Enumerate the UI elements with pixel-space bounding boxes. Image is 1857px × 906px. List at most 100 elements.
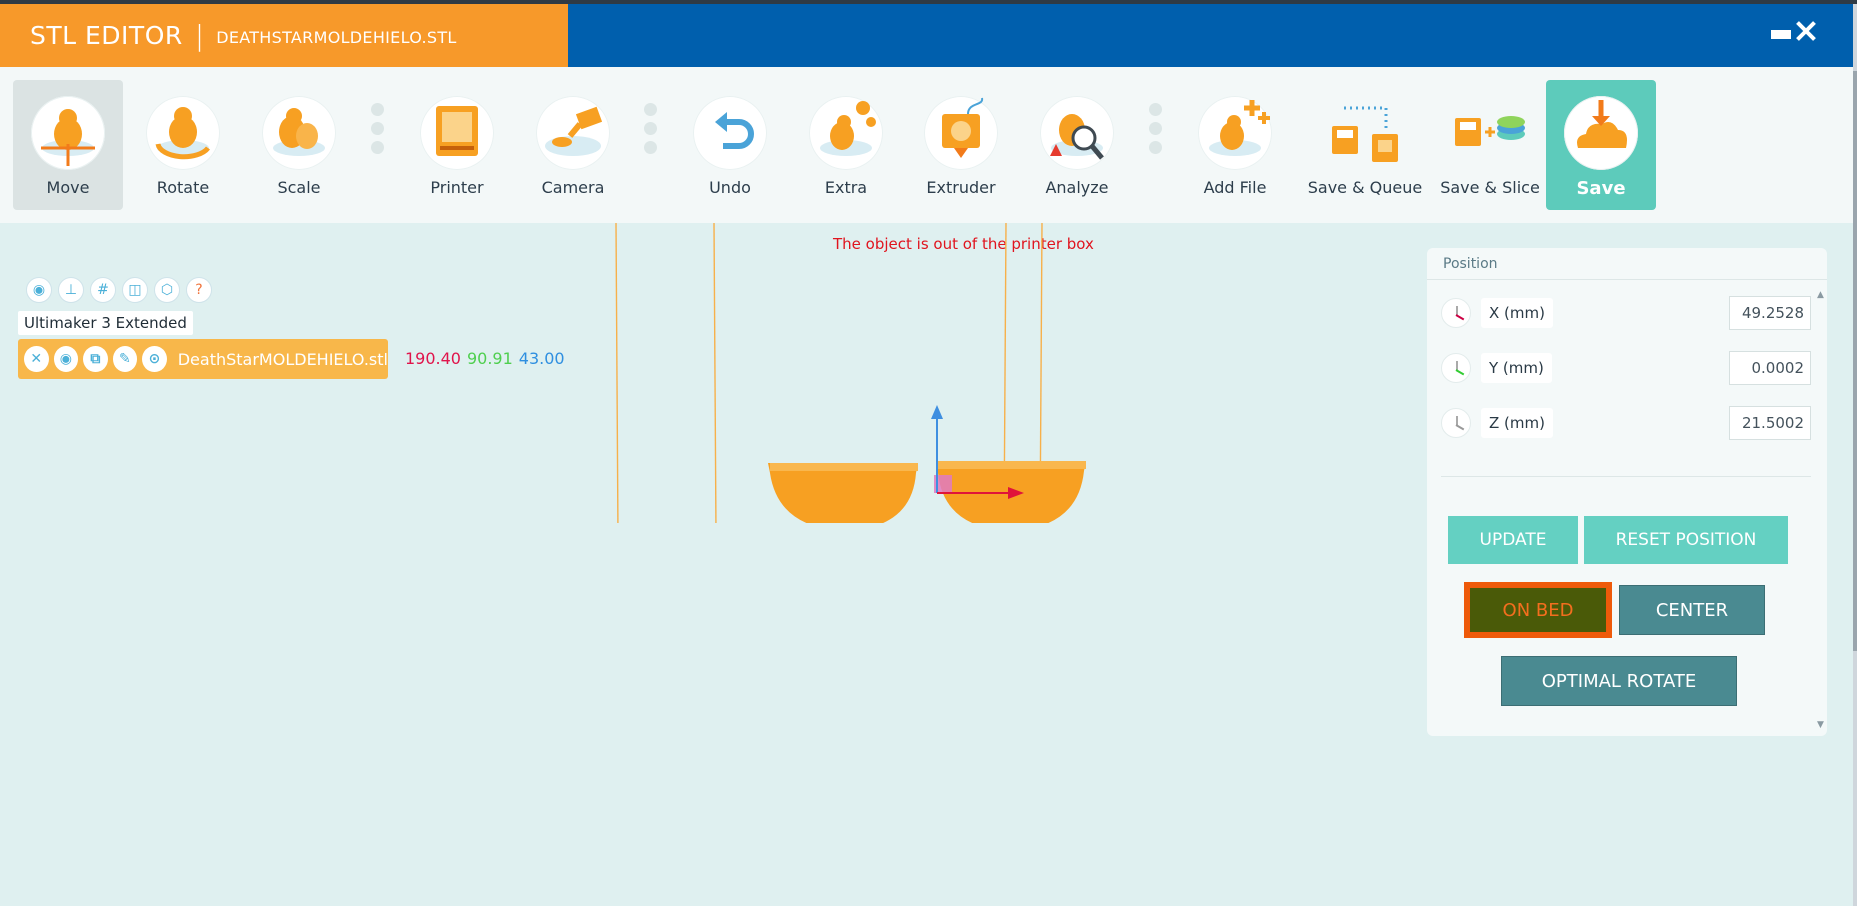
reset-position-button[interactable]: RESET POSITION — [1584, 516, 1788, 564]
x-axis-icon — [1441, 298, 1471, 328]
analyze-icon — [1040, 96, 1114, 170]
save-slice-icon — [1453, 96, 1527, 170]
on-bed-button[interactable]: ON BED — [1467, 585, 1609, 635]
view-tools: ◉ ⊥ # ◫ ⬡ ? — [26, 277, 212, 303]
window-controls — [1771, 20, 1817, 42]
scroll-down-icon[interactable]: ▼ — [1817, 720, 1824, 730]
3d-viewport[interactable]: The object is out of the printer box ◉ ⊥… — [0, 223, 1853, 906]
rotate-button[interactable]: Rotate — [128, 80, 238, 210]
position-panel-title: Position — [1427, 248, 1827, 280]
dim-z: 43.00 — [518, 349, 565, 368]
add-file-icon — [1198, 96, 1272, 170]
dim-x: 190.40 — [405, 349, 461, 368]
add-file-button[interactable]: Add File — [1180, 80, 1290, 210]
position-panel: Position X (mm) 49.2528 Y (mm) 0.0002 Z … — [1427, 248, 1827, 736]
app-title: STL EDITOR — [30, 21, 183, 50]
y-label: Y (mm) — [1481, 353, 1552, 383]
unlock-icon[interactable]: ⊙ — [142, 346, 167, 372]
save-button[interactable]: Save — [1546, 80, 1656, 210]
move-icon — [31, 96, 105, 170]
y-axis-icon — [1441, 353, 1471, 383]
printer-button[interactable]: Printer — [402, 80, 512, 210]
bowl-left-rim — [770, 463, 918, 471]
printer-icon — [420, 96, 494, 170]
rotate-icon — [146, 96, 220, 170]
cube-icon[interactable]: ⬡ — [154, 277, 180, 303]
extra-label: Extra — [824, 178, 868, 197]
save-queue-label: Save & Queue — [1307, 178, 1423, 197]
visibility-icon[interactable]: ◉ — [53, 346, 79, 372]
panel-scrollbar[interactable]: ▲ ▼ — [1817, 290, 1825, 730]
toolbar-separator — [371, 103, 385, 163]
scale-icon — [262, 96, 336, 170]
save-queue-icon — [1328, 96, 1402, 170]
y-input[interactable]: 0.0002 — [1729, 351, 1811, 385]
scrollbar-thumb[interactable] — [1853, 71, 1857, 651]
camera-icon — [536, 96, 610, 170]
x-row: X (mm) 49.2528 — [1441, 292, 1811, 334]
printer-name: Ultimaker 3 Extended — [18, 311, 193, 335]
printer-label: Printer — [430, 178, 484, 197]
camera-label: Camera — [541, 178, 605, 197]
z-axis-icon — [1441, 408, 1471, 438]
extra-icon — [809, 96, 883, 170]
box-edge — [615, 223, 619, 523]
save-cloud-icon — [1564, 96, 1638, 170]
extra-button[interactable]: Extra — [791, 80, 901, 210]
title-bar: STL EDITOR | DEATHSTARMOLDEHIELO.STL — [0, 4, 1853, 67]
move-label: Move — [46, 178, 90, 197]
minimize-icon[interactable] — [1771, 29, 1791, 39]
extruder-icon — [924, 96, 998, 170]
rotate-label: Rotate — [156, 178, 210, 197]
x-label: X (mm) — [1481, 298, 1553, 328]
z-row: Z (mm) 21.5002 — [1441, 402, 1811, 444]
analyze-label: Analyze — [1045, 178, 1109, 197]
gizmo-z-arrow — [931, 405, 943, 419]
scale-label: Scale — [277, 178, 321, 197]
save-slice-button[interactable]: Save & Slice — [1430, 80, 1550, 210]
close-icon[interactable] — [1795, 20, 1817, 42]
center-button[interactable]: CENTER — [1619, 585, 1765, 635]
file-name: DEATHSTARMOLDEHIELO.STL — [216, 28, 457, 47]
toolbar: Move Rotate Scale Printer Camera Undo Ex… — [0, 67, 1853, 223]
scroll-up-icon[interactable]: ▲ — [1817, 290, 1824, 300]
z-label: Z (mm) — [1481, 408, 1553, 438]
model-name: DeathStarMOLDEHIELO.stl — [177, 349, 388, 369]
update-button[interactable]: UPDATE — [1448, 516, 1578, 564]
extruder-label: Extruder — [926, 178, 996, 197]
scale-button[interactable]: Scale — [244, 80, 354, 210]
build-volume-scene[interactable] — [600, 223, 1100, 523]
add-file-label: Add File — [1203, 178, 1267, 197]
toolbar-separator — [644, 103, 658, 163]
box-edge — [713, 223, 717, 523]
y-row: Y (mm) 0.0002 — [1441, 347, 1811, 389]
duplicate-icon[interactable]: ⧉ — [83, 346, 108, 372]
undo-icon — [693, 96, 767, 170]
analyze-button[interactable]: Analyze — [1022, 80, 1132, 210]
camera-button[interactable]: Camera — [518, 80, 628, 210]
z-input[interactable]: 21.5002 — [1729, 406, 1811, 440]
toolbar-separator — [1149, 103, 1163, 163]
grid-icon[interactable]: # — [90, 277, 116, 303]
undo-button[interactable]: Undo — [675, 80, 785, 210]
model-dimensions: 190.40 90.91 43.00 — [405, 349, 565, 368]
edit-icon[interactable]: ✎ — [112, 346, 138, 372]
optimal-rotate-button[interactable]: OPTIMAL ROTATE — [1501, 656, 1737, 706]
x-input[interactable]: 49.2528 — [1729, 296, 1811, 330]
undo-label: Undo — [709, 178, 751, 197]
title-block: STL EDITOR | DEATHSTARMOLDEHIELO.STL — [0, 4, 568, 67]
panel-divider — [1441, 476, 1811, 477]
bowl-right-rim — [938, 461, 1086, 469]
ruler-icon[interactable]: ⊥ — [58, 277, 84, 303]
eye-icon[interactable]: ◉ — [26, 277, 52, 303]
title-separator: | — [194, 19, 205, 52]
remove-icon[interactable]: ✕ — [24, 346, 49, 372]
dim-y: 90.91 — [466, 349, 513, 368]
help-icon[interactable]: ? — [186, 277, 212, 303]
lock-icon[interactable]: ◫ — [122, 277, 148, 303]
window-scrollbar[interactable] — [1853, 4, 1857, 906]
save-queue-button[interactable]: Save & Queue — [1305, 80, 1425, 210]
model-item[interactable]: ✕ ◉ ⧉ ✎ ⊙ DeathStarMOLDEHIELO.stl — [18, 339, 388, 379]
move-button[interactable]: Move — [13, 80, 123, 210]
extruder-button[interactable]: Extruder — [906, 80, 1016, 210]
